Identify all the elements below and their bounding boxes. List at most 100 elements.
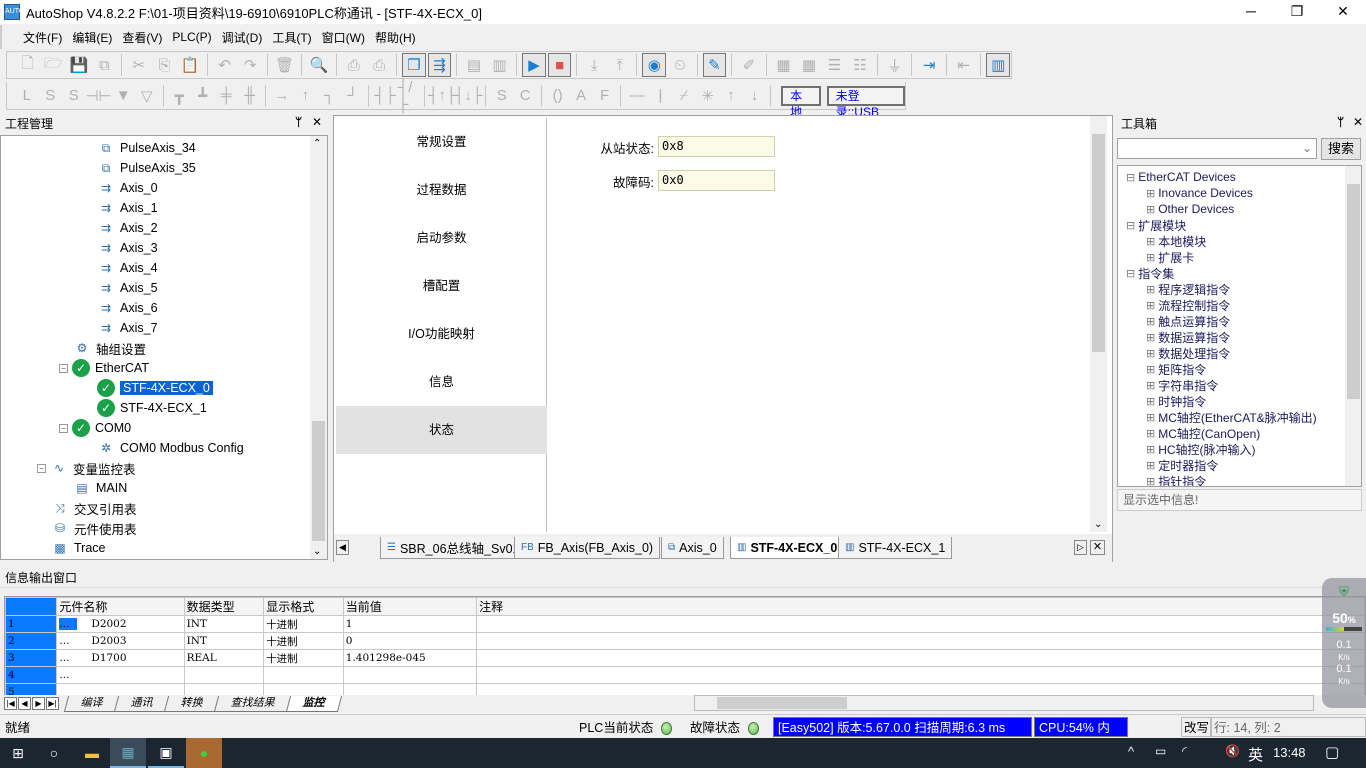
start-icon[interactable]: ⊞ — [0, 738, 36, 768]
row-ellipsis-button[interactable]: ... — [59, 635, 77, 647]
tab-scroll-right-icon[interactable]: ▷ — [1074, 540, 1087, 555]
tree-item[interactable]: ▩ Trace — [51, 538, 105, 558]
field-value[interactable]: 0x8 — [658, 136, 775, 157]
search-icon[interactable]: ○ — [36, 738, 72, 768]
expand-icon[interactable]: ⊞ — [1146, 443, 1155, 456]
usb-test-icon[interactable]: ⏚ — [883, 53, 907, 77]
branch3-icon[interactable]: ╪ — [215, 84, 237, 108]
tree-item[interactable]: ⇉ Axis_5 — [97, 278, 158, 298]
table-cell[interactable]: ... D2002 — [56, 615, 185, 633]
down-outline-icon[interactable]: ▽ — [136, 84, 158, 108]
document-tab[interactable]: ⧉ Axis_0 — [661, 537, 724, 559]
tree-item[interactable]: ⚙ 轴组设置 — [73, 338, 146, 358]
toolbox-tree-item[interactable]: ⊞ 字符串指令 — [1146, 377, 1218, 393]
toolbox-tree-item[interactable]: ⊞ MC轴控(CanOpen) — [1146, 425, 1260, 441]
toolbox-tree-item[interactable]: ⊞ MC轴控(EtherCAT&脉冲输出) — [1146, 409, 1317, 425]
expand-icon[interactable]: ⊞ — [1146, 475, 1155, 487]
toolbox-tree-item[interactable]: ⊞ Other Devices — [1146, 201, 1234, 217]
debug-delete-icon[interactable]: ▦ — [797, 53, 821, 77]
run-icon[interactable]: ▶ — [522, 53, 546, 77]
output-tab[interactable]: 查找结果 — [213, 695, 293, 712]
monitor-icon[interactable]: ◉ — [642, 53, 667, 77]
login-icon[interactable]: ⇥ — [917, 53, 941, 77]
column-header[interactable]: 元件名称 — [56, 597, 185, 616]
sfc-icon[interactable]: S — [40, 84, 62, 108]
collapse-icon[interactable]: ⊟ — [1126, 219, 1135, 232]
output-tab[interactable]: 监控 — [285, 695, 343, 712]
expand-icon[interactable]: ⊞ — [1146, 235, 1155, 248]
config-nav-item[interactable]: 常规设置 — [336, 118, 547, 166]
table-cell[interactable]: ... D1700 — [56, 649, 185, 667]
toolbox-tree-item[interactable]: ⊞ HC轴控(脉冲输入) — [1146, 441, 1256, 457]
monitor-app-icon[interactable]: ▣ — [148, 738, 184, 768]
expand-icon[interactable]: ⊞ — [1146, 459, 1155, 472]
notification-icon[interactable]: ▢ — [1325, 743, 1339, 761]
table-row[interactable]: 3... D1700 REAL 十进制 1.401298e-045 — [5, 649, 1365, 667]
close-icon[interactable]: ✕ — [312, 115, 322, 129]
document-tab[interactable]: ▥ STF-4X-ECX_1 — [838, 537, 953, 559]
output-tab[interactable]: 通讯 — [113, 695, 171, 712]
download-icon[interactable]: ⤓ — [582, 53, 606, 77]
collapse-icon[interactable]: − — [37, 463, 46, 473]
menu-item[interactable]: 调试(D) — [217, 29, 268, 46]
up-arrow-icon[interactable]: ↑ — [720, 84, 742, 108]
print-icon[interactable]: ⎙ — [367, 53, 391, 77]
toolbox-tree-item[interactable]: ⊞ 数据处理指令 — [1146, 345, 1230, 361]
table-row[interactable]: 4... — [5, 666, 1365, 684]
close-button[interactable]: ✕ — [1320, 0, 1366, 24]
table-cell[interactable]: ... D2003 — [56, 632, 185, 650]
nc-contact-icon[interactable]: ┤/├ — [398, 79, 420, 113]
first-tab-icon[interactable]: |◀ — [4, 697, 17, 710]
tree-item[interactable]: ⇉ Axis_0 — [97, 178, 158, 198]
column-header[interactable] — [5, 597, 58, 616]
toolbox-tree-item[interactable]: ⊞ 定时器指令 — [1146, 457, 1218, 473]
field-value[interactable]: 0x0 — [658, 170, 775, 191]
window-export-icon[interactable]: ⇶ — [427, 53, 452, 77]
corner1-icon[interactable]: ┐ — [318, 84, 340, 108]
table-cell[interactable]: ... — [56, 666, 185, 684]
tree-item[interactable]: ⇉ Axis_1 — [97, 198, 158, 218]
collapse-icon[interactable]: − — [59, 423, 68, 433]
tab-scroll-left-icon[interactable]: ◀ — [336, 540, 349, 555]
save-icon[interactable]: 💾 — [67, 53, 91, 77]
expand-icon[interactable]: ⊞ — [1146, 395, 1155, 408]
chevron-down-icon[interactable]: ⌄ — [1302, 141, 1312, 155]
document-tab[interactable]: FB FB_Axis(FB_Axis_0) — [514, 537, 661, 559]
table-cell[interactable]: INT — [183, 632, 265, 650]
trace-icon[interactable]: ⏲ — [668, 53, 692, 77]
insert-row-icon[interactable]: ☰ — [823, 53, 847, 77]
horizontal-scrollbar[interactable] — [694, 695, 1314, 711]
table-cell[interactable]: 0 — [342, 632, 478, 650]
scroll-thumb[interactable] — [312, 421, 325, 541]
toolbox-tree-item[interactable]: ⊞ 流程控制指令 — [1146, 297, 1230, 313]
tree-item[interactable]: ⇉ Axis_3 — [97, 238, 158, 258]
debug-icon[interactable]: ▦ — [772, 53, 796, 77]
close-icon[interactable]: ✕ — [1353, 115, 1363, 129]
table-cell[interactable]: 十进制 — [263, 615, 344, 633]
config-nav-item[interactable]: 启动参数 — [336, 214, 547, 262]
collapse-icon[interactable]: ⊟ — [1126, 267, 1135, 280]
paste-icon[interactable]: 📋 — [178, 53, 202, 77]
column-header[interactable]: 注释 — [476, 597, 1365, 616]
menu-item[interactable]: 帮助(H) — [370, 29, 421, 46]
tree-item[interactable]: ⇉ Axis_4 — [97, 258, 158, 278]
toolbox-tree-item[interactable]: ⊞ 触点运算指令 — [1146, 313, 1230, 329]
toolbox-tree-item[interactable]: ⊞ 矩阵指令 — [1146, 361, 1206, 377]
table-cell[interactable]: 十进制 — [263, 632, 344, 650]
table-cell[interactable]: 1 — [342, 615, 478, 633]
toolbox-tree-item[interactable]: ⊞ Inovance Devices — [1146, 185, 1253, 201]
pin-icon[interactable]: ᛘ — [1337, 115, 1344, 129]
document-tab[interactable]: ☰ SBR_06总线轴_Sv01 — [380, 537, 527, 559]
tree-item[interactable]: ⤨ 交叉引用表 — [51, 498, 136, 518]
menu-item[interactable]: PLC(P) — [167, 30, 216, 44]
search-icon[interactable]: 🔍 — [307, 53, 331, 77]
ime-indicator[interactable]: 英 — [1248, 744, 1263, 765]
table-cell[interactable]: 十进制 — [263, 649, 344, 667]
wifi-icon[interactable]: ◜ — [1182, 744, 1187, 758]
logout-icon[interactable]: ⇤ — [952, 53, 976, 77]
vertical-scrollbar[interactable]: ⌃ ⌄ — [310, 136, 327, 559]
file-explorer-icon[interactable]: ▬ — [74, 738, 110, 768]
toolbox-tree-item[interactable]: ⊞ 数据运算指令 — [1146, 329, 1230, 345]
menu-item[interactable]: 查看(V) — [117, 29, 167, 46]
upload-icon[interactable]: ⤒ — [608, 53, 632, 77]
